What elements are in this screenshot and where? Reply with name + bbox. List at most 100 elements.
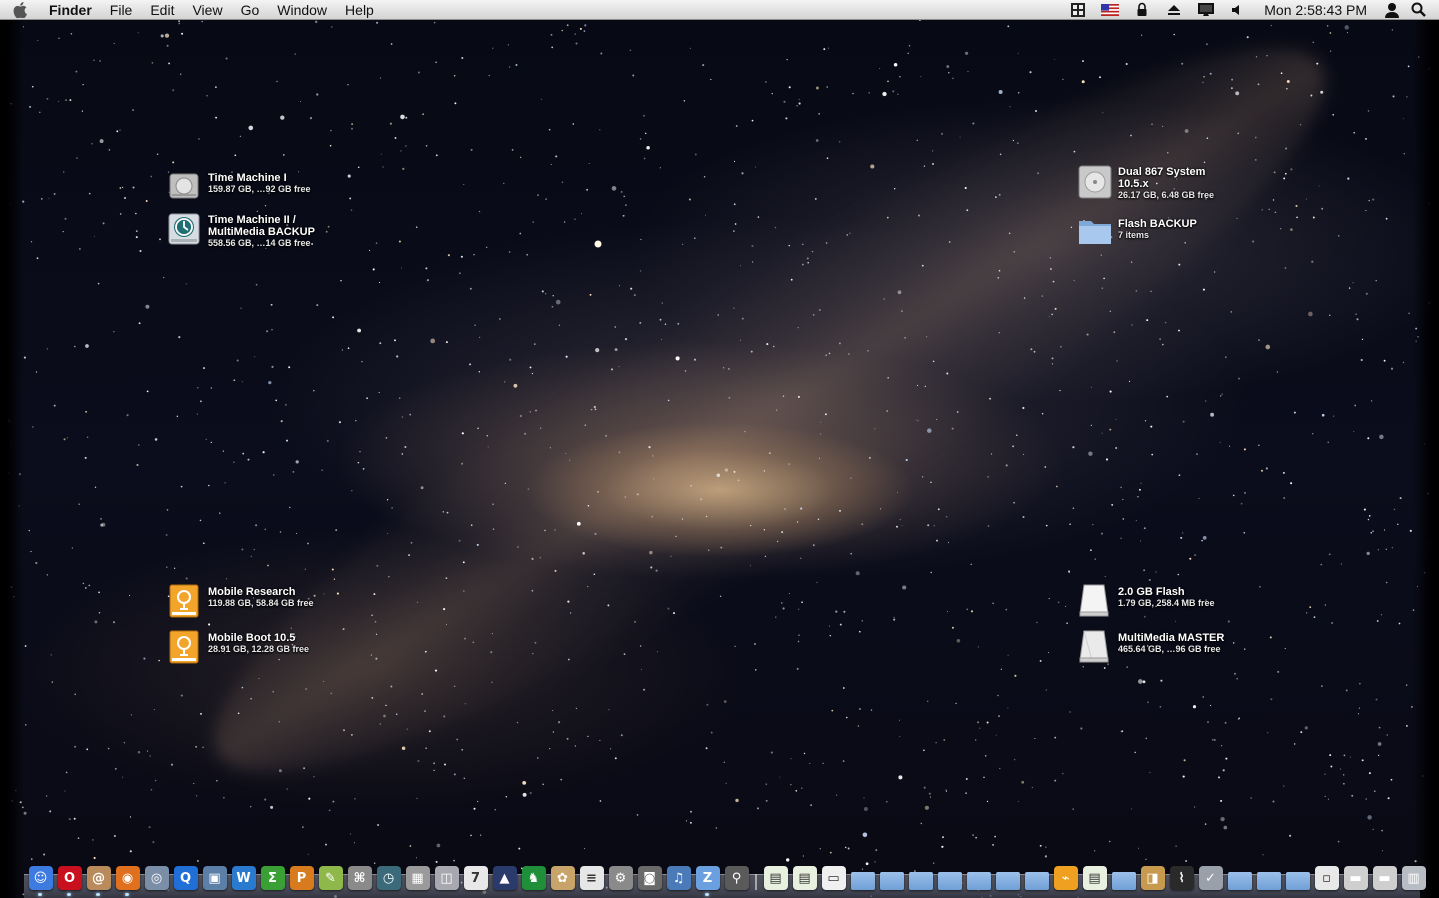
dock-item[interactable]: ▤ (1080, 860, 1109, 890)
star (1390, 367, 1394, 370)
dock-item[interactable]: ☺ (26, 860, 55, 896)
dock-item[interactable]: ▭ (819, 860, 848, 890)
dock-item[interactable]: @ (84, 860, 113, 896)
dock-item[interactable]: ✎ (316, 860, 345, 890)
star (1150, 425, 1153, 428)
star (998, 193, 1001, 196)
dock-item[interactable] (877, 860, 906, 890)
menu-view[interactable]: View (183, 0, 231, 20)
star (999, 767, 1001, 770)
dock-item[interactable]: ◨ (1138, 860, 1167, 890)
dock-item[interactable] (1254, 860, 1283, 890)
desktop-icon-flash-2gb[interactable]: 2.0 GB Flash 1.79 GB, 258.4 MB free (1078, 584, 1215, 618)
dock-item[interactable]: W (229, 860, 258, 890)
dock-item[interactable]: ▤ (761, 860, 790, 890)
dock-item[interactable]: Z (693, 860, 722, 896)
dock-item[interactable]: Σ (258, 860, 287, 890)
star (88, 192, 91, 195)
menu-clock[interactable]: Mon 2:58:43 PM (1254, 2, 1379, 18)
star (250, 806, 252, 808)
dock-item[interactable]: ✿ (548, 860, 577, 890)
dock-item[interactable] (1225, 860, 1254, 890)
dock-item[interactable]: ▥ (1399, 860, 1428, 890)
volume-icon[interactable] (1222, 0, 1254, 20)
star (53, 192, 56, 196)
dock-item[interactable]: ▤ (790, 860, 819, 890)
apple-icon[interactable] (0, 1, 40, 18)
star (1126, 666, 1129, 668)
dock-separator[interactable] (751, 860, 761, 890)
dock-item[interactable]: 7 (461, 860, 490, 890)
dock-item[interactable]: P (287, 860, 316, 890)
spaces-icon[interactable] (1062, 0, 1094, 20)
star (526, 253, 529, 256)
star (82, 582, 85, 585)
menu-help[interactable]: Help (336, 0, 383, 20)
star (1254, 159, 1257, 161)
dock-item[interactable] (935, 860, 964, 890)
menu-window[interactable]: Window (268, 0, 336, 20)
star (1326, 25, 1329, 27)
dock-item[interactable]: ▫ (1312, 860, 1341, 890)
dock-item[interactable]: O (55, 860, 84, 896)
menu-file[interactable]: File (101, 0, 142, 20)
dock-item[interactable] (1109, 860, 1138, 890)
dock-item[interactable]: ▬ (1370, 860, 1399, 890)
dock-item[interactable]: ◷ (374, 860, 403, 890)
dock-item[interactable]: ♫ (664, 860, 693, 890)
user-icon[interactable] (1379, 0, 1405, 20)
dock-item[interactable]: ◎ (142, 860, 171, 890)
dock-item[interactable]: ⌇ (1167, 860, 1196, 890)
star (588, 162, 590, 165)
desktop-icon-time-machine-1[interactable]: Time Machine I 159.87 GB, …92 GB free (168, 170, 311, 204)
star (1257, 83, 1260, 86)
menu-edit[interactable]: Edit (141, 0, 183, 20)
dock-item[interactable] (1283, 860, 1312, 890)
star (1279, 227, 1282, 230)
dock-item[interactable]: ✓ (1196, 860, 1225, 890)
star (1141, 34, 1143, 36)
star (1082, 60, 1084, 63)
star (636, 814, 639, 816)
desktop-icon-time-machine-2[interactable]: Time Machine II / MultiMedia BACKUP 558.5… (168, 212, 315, 249)
menu-go[interactable]: Go (232, 0, 269, 20)
dock-item[interactable]: ♞ (519, 860, 548, 890)
dock-item[interactable]: ≡ (577, 860, 606, 890)
running-indicator (125, 893, 129, 896)
desktop-icon-mobile-boot[interactable]: Mobile Boot 10.5 28.91 GB, 12.28 GB free (168, 630, 309, 664)
dock-item[interactable]: ▲ (490, 860, 519, 890)
dock-item[interactable]: ◙ (635, 860, 664, 890)
star (401, 416, 404, 418)
star (887, 377, 889, 379)
dock-item[interactable]: ▣ (200, 860, 229, 890)
desktop-icon-flash-backup[interactable]: Flash BACKUP 7 items (1078, 216, 1197, 250)
dock-item[interactable]: ⚲ (722, 860, 751, 890)
star (1377, 742, 1382, 746)
star (1196, 453, 1198, 456)
dock-item[interactable]: ⌘ (345, 860, 374, 890)
menu-finder[interactable]: Finder (40, 0, 101, 20)
dock-item[interactable]: ⚙ (606, 860, 635, 890)
eject-icon[interactable] (1158, 0, 1190, 20)
desktop-icon-multimedia-master[interactable]: MultiMedia MASTER 465.64 GB, …96 GB free (1078, 630, 1224, 664)
dock-item[interactable]: ▬ (1341, 860, 1370, 890)
star (216, 780, 218, 782)
desktop-icon-dual-867-system[interactable]: Dual 867 System 10.5.x 26.17 GB, 6.48 GB … (1078, 164, 1214, 201)
lock-icon[interactable] (1126, 0, 1158, 20)
input-flag-us-icon[interactable] (1094, 0, 1126, 20)
dock-item[interactable] (964, 860, 993, 890)
dock-item[interactable]: ▦ (403, 860, 432, 890)
dock-item[interactable]: ◉ (113, 860, 142, 896)
display-icon[interactable] (1190, 0, 1222, 20)
desktop-icon-mobile-research[interactable]: Mobile Research 119.88 GB, 58.84 GB free (168, 584, 314, 618)
dock-item[interactable] (1022, 860, 1051, 890)
dock-item[interactable]: ◫ (432, 860, 461, 890)
dock-item[interactable]: Q (171, 860, 200, 890)
star (461, 462, 464, 465)
dock-item[interactable] (906, 860, 935, 890)
dock-item[interactable]: ⌁ (1051, 860, 1080, 890)
star (1202, 81, 1204, 84)
dock-item[interactable] (993, 860, 1022, 890)
spotlight-search-icon[interactable] (1405, 0, 1431, 20)
dock-item[interactable] (848, 860, 877, 890)
